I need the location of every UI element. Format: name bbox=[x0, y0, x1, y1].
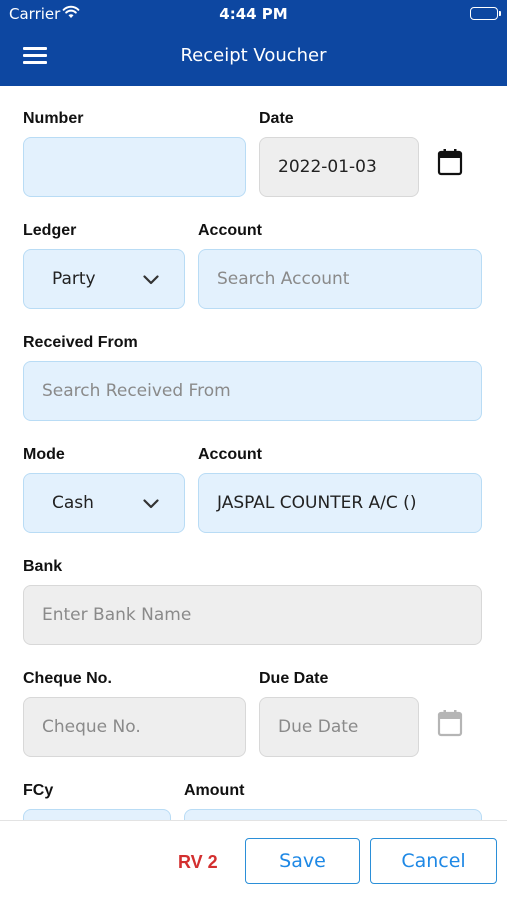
save-button[interactable]: Save bbox=[245, 838, 360, 884]
mode-label: Mode bbox=[23, 446, 65, 463]
bank-label: Bank bbox=[23, 558, 63, 575]
mode-account-input[interactable]: JASPAL COUNTER A/C () bbox=[198, 473, 482, 533]
status-bar: Carrier 4:44 PM bbox=[0, 0, 507, 28]
due-date-calendar-icon[interactable] bbox=[437, 709, 463, 741]
mode-value: Cash bbox=[52, 493, 94, 513]
chevron-down-icon bbox=[143, 270, 159, 290]
due-date-placeholder: Due Date bbox=[278, 717, 359, 737]
cheque-no-label: Cheque No. bbox=[23, 670, 112, 687]
date-label: Date bbox=[259, 110, 294, 127]
amount-label: Amount bbox=[184, 782, 245, 799]
due-date-input[interactable]: Due Date bbox=[259, 697, 419, 757]
bank-input[interactable]: Enter Bank Name bbox=[23, 585, 482, 645]
received-from-placeholder: Search Received From bbox=[42, 381, 231, 401]
cheque-no-input[interactable]: Cheque No. bbox=[23, 697, 246, 757]
ledger-value: Party bbox=[52, 269, 96, 289]
battery-icon bbox=[470, 7, 501, 20]
voucher-number: RV 2 bbox=[178, 852, 218, 872]
ledger-label: Ledger bbox=[23, 222, 77, 239]
calendar-icon[interactable] bbox=[437, 148, 463, 180]
fcy-label: FCy bbox=[23, 782, 54, 799]
mode-select[interactable]: Cash bbox=[23, 473, 185, 533]
cheque-no-placeholder: Cheque No. bbox=[42, 717, 141, 737]
chevron-down-icon bbox=[143, 494, 159, 514]
account-label: Account bbox=[198, 222, 262, 239]
bank-placeholder: Enter Bank Name bbox=[42, 605, 192, 625]
status-time: 4:44 PM bbox=[219, 5, 288, 23]
page-title: Receipt Voucher bbox=[180, 45, 327, 66]
mode-account-value: JASPAL COUNTER A/C () bbox=[217, 493, 417, 513]
ledger-select[interactable]: Party bbox=[23, 249, 185, 309]
received-from-search-input[interactable]: Search Received From bbox=[23, 361, 482, 421]
account-placeholder: Search Account bbox=[217, 269, 350, 289]
app-header: Carrier 4:44 PM Receipt Voucher bbox=[0, 0, 507, 86]
number-field[interactable] bbox=[23, 137, 246, 197]
due-date-label: Due Date bbox=[259, 670, 329, 687]
cancel-button[interactable]: Cancel bbox=[370, 838, 497, 884]
account-search-input[interactable]: Search Account bbox=[198, 249, 482, 309]
received-from-label: Received From bbox=[23, 334, 138, 351]
date-field[interactable]: 2022-01-03 bbox=[259, 137, 419, 197]
mode-account-label: Account bbox=[198, 446, 262, 463]
date-value: 2022-01-03 bbox=[278, 157, 377, 177]
number-label: Number bbox=[23, 110, 84, 127]
